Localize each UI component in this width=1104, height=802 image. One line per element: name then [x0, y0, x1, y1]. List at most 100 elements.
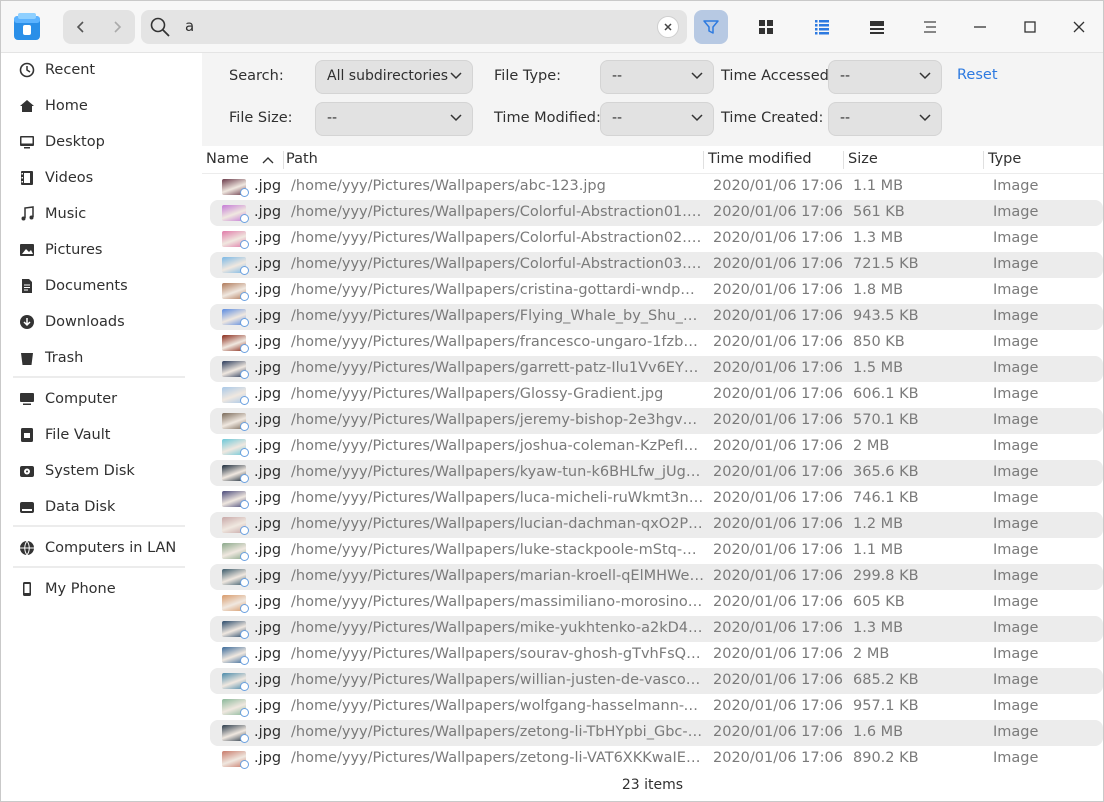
column-header-name[interactable]: Name: [206, 151, 249, 167]
file-type: Image: [993, 204, 1039, 220]
column-divider[interactable]: [983, 151, 984, 169]
details-panel-button[interactable]: [860, 10, 894, 44]
computer-icon: [16, 388, 38, 410]
minimize-button[interactable]: [963, 10, 997, 44]
table-row[interactable]: .jpg/home/yyy/Pictures/Wallpapers/wolfga…: [202, 694, 1103, 720]
main-menu-button[interactable]: [913, 10, 947, 44]
sidebar-item-desktop[interactable]: Desktop: [13, 126, 189, 158]
sidebar-item-computers-in-lan[interactable]: Computers in LAN: [13, 532, 189, 564]
sidebar-item-trash[interactable]: Trash: [13, 342, 189, 374]
file-size: 1.6 MB: [853, 724, 904, 740]
details-view-icon: [870, 21, 884, 34]
file-name: .jpg: [254, 438, 282, 454]
reset-filters-button[interactable]: Reset: [957, 67, 998, 83]
sidebar-item-home[interactable]: Home: [13, 90, 189, 122]
file-type: Image: [993, 568, 1039, 584]
table-row[interactable]: .jpg/home/yyy/Pictures/Wallpapers/france…: [202, 330, 1103, 356]
sidebar-item-file-vault[interactable]: File Vault: [13, 419, 189, 451]
table-row[interactable]: .jpg/home/yyy/Pictures/Wallpapers/Glossy…: [202, 382, 1103, 408]
maximize-button[interactable]: [1013, 10, 1047, 44]
close-window-button[interactable]: [1062, 10, 1096, 44]
column-header-time-modified[interactable]: Time modified: [708, 151, 812, 167]
table-row[interactable]: .jpg/home/yyy/Pictures/Wallpapers/marian…: [202, 564, 1103, 590]
table-row[interactable]: .jpg/home/yyy/Pictures/Wallpapers/mike-y…: [202, 616, 1103, 642]
sidebar-item-computer[interactable]: Computer: [13, 383, 189, 415]
sidebar-item-music[interactable]: Music: [13, 198, 189, 230]
file-name: .jpg: [254, 646, 282, 662]
time-accessed-select[interactable]: --: [828, 60, 942, 94]
chevron-down-icon: [450, 114, 462, 122]
table-row[interactable]: .jpg/home/yyy/Pictures/Wallpapers/joshua…: [202, 434, 1103, 460]
table-row[interactable]: .jpg/home/yyy/Pictures/Wallpapers/luke-s…: [202, 538, 1103, 564]
sidebar-item-pictures[interactable]: Pictures: [13, 234, 189, 266]
file-time-modified: 2020/01/06 17:06:...: [713, 516, 843, 532]
column-divider[interactable]: [843, 151, 844, 169]
time-created-label: Time Created:: [721, 110, 824, 126]
clear-search-button[interactable]: [657, 16, 679, 38]
file-path: /home/yyy/Pictures/Wallpapers/kyaw-tun-k…: [291, 464, 705, 480]
file-size: 1.8 MB: [853, 282, 904, 298]
sidebar-item-documents[interactable]: Documents: [13, 270, 189, 302]
file-time-modified: 2020/01/06 17:06:...: [713, 360, 843, 376]
table-row[interactable]: .jpg/home/yyy/Pictures/Wallpapers/Colorf…: [202, 226, 1103, 252]
time-modified-select[interactable]: --: [600, 102, 714, 136]
sidebar-item-downloads[interactable]: Downloads: [13, 306, 189, 338]
file-type-select[interactable]: --: [600, 60, 714, 94]
table-row[interactable]: .jpg/home/yyy/Pictures/Wallpapers/luca-m…: [202, 486, 1103, 512]
symlink-icon: [240, 552, 249, 561]
table-row[interactable]: .jpg/home/yyy/Pictures/Wallpapers/sourav…: [202, 642, 1103, 668]
file-path: /home/yyy/Pictures/Wallpapers/marian-kro…: [291, 568, 705, 584]
column-divider[interactable]: [703, 151, 704, 169]
file-size-select[interactable]: --: [315, 102, 473, 136]
table-row[interactable]: .jpg/home/yyy/Pictures/Wallpapers/jeremy…: [202, 408, 1103, 434]
time-created-select[interactable]: --: [828, 102, 942, 136]
icon-view-button[interactable]: [749, 10, 783, 44]
sidebar-item-recent[interactable]: Recent: [13, 54, 189, 86]
sidebar-item-videos[interactable]: Videos: [13, 162, 189, 194]
table-row[interactable]: .jpg/home/yyy/Pictures/Wallpapers/abc-12…: [202, 174, 1103, 200]
file-size: 2 MB: [853, 438, 890, 454]
sidebar-item-label: Pictures: [45, 242, 103, 258]
file-path: /home/yyy/Pictures/Wallpapers/zetong-li-…: [291, 724, 705, 740]
file-time-modified: 2020/01/06 17:06:...: [713, 620, 843, 636]
table-row[interactable]: .jpg/home/yyy/Pictures/Wallpapers/Colorf…: [202, 200, 1103, 226]
sidebar-item-label: System Disk: [45, 463, 135, 479]
symlink-icon: [240, 526, 249, 535]
table-row[interactable]: .jpg/home/yyy/Pictures/Wallpapers/kyaw-t…: [202, 460, 1103, 486]
search-input[interactable]: a: [141, 10, 687, 44]
column-header-path[interactable]: Path: [286, 151, 318, 167]
search-scope-select[interactable]: All subdirectories: [315, 60, 473, 94]
table-row[interactable]: .jpg/home/yyy/Pictures/Wallpapers/zetong…: [202, 720, 1103, 746]
file-path: /home/yyy/Pictures/Wallpapers/joshua-col…: [291, 438, 705, 454]
file-size: 850 KB: [853, 334, 905, 350]
file-path: /home/yyy/Pictures/Wallpapers/willian-ju…: [291, 672, 705, 688]
file-type: Image: [993, 490, 1039, 506]
table-row[interactable]: .jpg/home/yyy/Pictures/Wallpapers/cristi…: [202, 278, 1103, 304]
file-size: 2 MB: [853, 646, 890, 662]
file-size: 365.6 KB: [853, 464, 919, 480]
sidebar-item-data-disk[interactable]: Data Disk: [13, 491, 189, 523]
table-row[interactable]: .jpg/home/yyy/Pictures/Wallpapers/garret…: [202, 356, 1103, 382]
table-row[interactable]: .jpg/home/yyy/Pictures/Wallpapers/massim…: [202, 590, 1103, 616]
file-time-modified: 2020/01/06 17:06:...: [713, 282, 843, 298]
forward-button[interactable]: [99, 10, 135, 44]
column-header-size[interactable]: Size: [848, 151, 878, 167]
file-name: .jpg: [254, 750, 282, 766]
file-name: .jpg: [254, 464, 282, 480]
sidebar-item-system-disk[interactable]: System Disk: [13, 455, 189, 487]
table-row[interactable]: .jpg/home/yyy/Pictures/Wallpapers/Colorf…: [202, 252, 1103, 278]
file-time-modified: 2020/01/06 17:06:...: [713, 256, 843, 272]
file-time-modified: 2020/01/06 17:06:...: [713, 178, 843, 194]
column-divider[interactable]: [283, 151, 284, 169]
column-header-type[interactable]: Type: [988, 151, 1021, 167]
sidebar-item-label: Computer: [45, 391, 118, 407]
filter-toggle-button[interactable]: [694, 10, 728, 44]
list-view-button[interactable]: [805, 10, 839, 44]
table-row[interactable]: .jpg/home/yyy/Pictures/Wallpapers/Flying…: [202, 304, 1103, 330]
table-row[interactable]: .jpg/home/yyy/Pictures/Wallpapers/lucian…: [202, 512, 1103, 538]
sidebar-item-my-phone[interactable]: My Phone: [13, 573, 189, 605]
table-row[interactable]: .jpg/home/yyy/Pictures/Wallpapers/willia…: [202, 668, 1103, 694]
table-row[interactable]: .jpg/home/yyy/Pictures/Wallpapers/zetong…: [202, 746, 1103, 772]
back-button[interactable]: [63, 10, 99, 44]
file-type: Image: [993, 672, 1039, 688]
